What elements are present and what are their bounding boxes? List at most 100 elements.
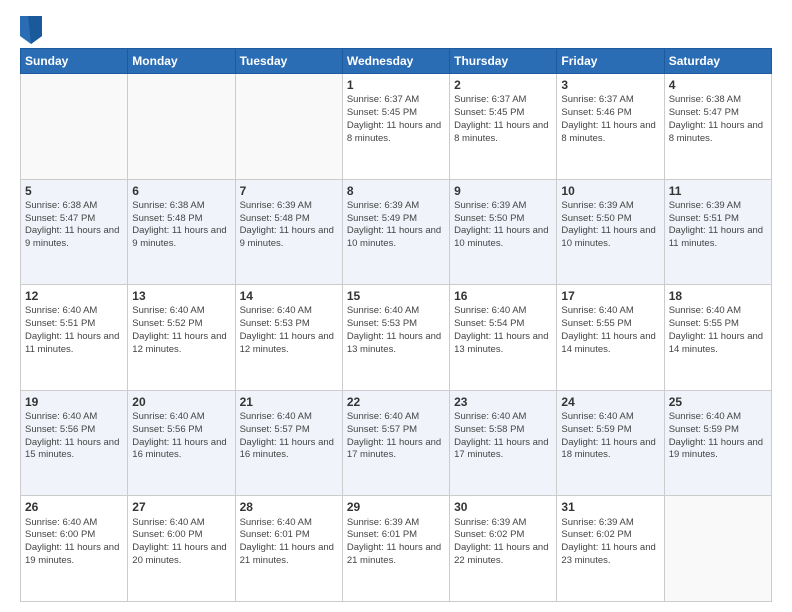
calendar-cell: 29 Sunrise: 6:39 AMSunset: 6:01 PMDayligh… [342, 496, 449, 602]
col-header-thursday: Thursday [450, 49, 557, 74]
day-number: 11 [669, 183, 767, 199]
day-number: 12 [25, 288, 123, 304]
day-number: 14 [240, 288, 338, 304]
calendar-cell: 20Sunrise: 6:40 AMSunset: 5:56 PMDayligh… [128, 390, 235, 496]
calendar-cell [235, 74, 342, 180]
day-info: Sunrise: 6:39 AMSunset: 6:02 PMDaylight:… [454, 517, 552, 568]
calendar-week-row: 26 Sunrise: 6:40 AMSunset: 6:00 PMDayligh… [21, 496, 772, 602]
calendar-table: SundayMondayTuesdayWednesdayThursdayFrid… [20, 48, 772, 602]
header [20, 16, 772, 40]
calendar-cell: 22Sunrise: 6:40 AMSunset: 5:57 PMDayligh… [342, 390, 449, 496]
calendar-cell: 15Sunrise: 6:40 AMSunset: 5:53 PMDayligh… [342, 285, 449, 391]
calendar-cell: 12Sunrise: 6:40 AMSunset: 5:51 PMDayligh… [21, 285, 128, 391]
day-info: Sunrise: 6:40 AMSunset: 5:56 PMDaylight:… [25, 411, 123, 462]
day-info: Sunrise: 6:39 AMSunset: 6:01 PMDaylight:… [347, 517, 445, 568]
calendar-week-row: 12Sunrise: 6:40 AMSunset: 5:51 PMDayligh… [21, 285, 772, 391]
day-info: Sunrise: 6:40 AMSunset: 5:56 PMDaylight:… [132, 411, 230, 462]
calendar-cell: 13Sunrise: 6:40 AMSunset: 5:52 PMDayligh… [128, 285, 235, 391]
calendar-week-row: 1Sunrise: 6:37 AMSunset: 5:45 PMDaylight… [21, 74, 772, 180]
day-number: 16 [454, 288, 552, 304]
day-number: 26 [25, 499, 123, 515]
day-number: 1 [347, 77, 445, 93]
day-info: Sunrise: 6:38 AMSunset: 5:47 PMDaylight:… [669, 94, 767, 145]
day-info: Sunrise: 6:37 AMSunset: 5:46 PMDaylight:… [561, 94, 659, 145]
calendar-cell: 21Sunrise: 6:40 AMSunset: 5:57 PMDayligh… [235, 390, 342, 496]
day-number: 18 [669, 288, 767, 304]
day-info: Sunrise: 6:40 AMSunset: 5:57 PMDaylight:… [347, 411, 445, 462]
logo [20, 16, 44, 40]
day-number: 10 [561, 183, 659, 199]
calendar-cell: 8Sunrise: 6:39 AMSunset: 5:49 PMDaylight… [342, 179, 449, 285]
col-header-saturday: Saturday [664, 49, 771, 74]
day-number: 24 [561, 394, 659, 410]
day-info: Sunrise: 6:40 AMSunset: 6:00 PMDaylight:… [25, 517, 123, 568]
calendar-cell: 17Sunrise: 6:40 AMSunset: 5:55 PMDayligh… [557, 285, 664, 391]
day-number: 31 [561, 499, 659, 515]
calendar-cell: 3Sunrise: 6:37 AMSunset: 5:46 PMDaylight… [557, 74, 664, 180]
col-header-monday: Monday [128, 49, 235, 74]
calendar-cell: 6Sunrise: 6:38 AMSunset: 5:48 PMDaylight… [128, 179, 235, 285]
day-info: Sunrise: 6:40 AMSunset: 5:53 PMDaylight:… [240, 305, 338, 356]
calendar-cell: 4Sunrise: 6:38 AMSunset: 5:47 PMDaylight… [664, 74, 771, 180]
day-number: 29 [347, 499, 445, 515]
day-number: 25 [669, 394, 767, 410]
calendar-cell [664, 496, 771, 602]
day-number: 5 [25, 183, 123, 199]
calendar-cell: 30Sunrise: 6:39 AMSunset: 6:02 PMDayligh… [450, 496, 557, 602]
day-info: Sunrise: 6:39 AMSunset: 5:51 PMDaylight:… [669, 200, 767, 251]
col-header-wednesday: Wednesday [342, 49, 449, 74]
col-header-sunday: Sunday [21, 49, 128, 74]
day-info: Sunrise: 6:38 AMSunset: 5:47 PMDaylight:… [25, 200, 123, 251]
day-info: Sunrise: 6:40 AMSunset: 5:55 PMDaylight:… [561, 305, 659, 356]
day-info: Sunrise: 6:40 AMSunset: 5:59 PMDaylight:… [669, 411, 767, 462]
day-info: Sunrise: 6:39 AMSunset: 5:48 PMDaylight:… [240, 200, 338, 251]
day-number: 15 [347, 288, 445, 304]
day-info: Sunrise: 6:38 AMSunset: 5:48 PMDaylight:… [132, 200, 230, 251]
day-number: 4 [669, 77, 767, 93]
col-header-friday: Friday [557, 49, 664, 74]
calendar-cell: 2Sunrise: 6:37 AMSunset: 5:45 PMDaylight… [450, 74, 557, 180]
day-info: Sunrise: 6:40 AMSunset: 5:53 PMDaylight:… [347, 305, 445, 356]
calendar-cell: 7Sunrise: 6:39 AMSunset: 5:48 PMDaylight… [235, 179, 342, 285]
calendar-cell: 1Sunrise: 6:37 AMSunset: 5:45 PMDaylight… [342, 74, 449, 180]
calendar-cell: 10Sunrise: 6:39 AMSunset: 5:50 PMDayligh… [557, 179, 664, 285]
calendar-week-row: 19Sunrise: 6:40 AMSunset: 5:56 PMDayligh… [21, 390, 772, 496]
day-info: Sunrise: 6:39 AMSunset: 5:50 PMDaylight:… [454, 200, 552, 251]
day-number: 9 [454, 183, 552, 199]
logo-icon [20, 16, 40, 40]
calendar-cell [21, 74, 128, 180]
calendar-cell [128, 74, 235, 180]
day-info: Sunrise: 6:40 AMSunset: 5:52 PMDaylight:… [132, 305, 230, 356]
calendar-cell: 27 Sunrise: 6:40 AMSunset: 6:00 PMDayligh… [128, 496, 235, 602]
day-number: 19 [25, 394, 123, 410]
day-number: 8 [347, 183, 445, 199]
day-number: 17 [561, 288, 659, 304]
day-number: 6 [132, 183, 230, 199]
day-info: Sunrise: 6:40 AMSunset: 6:00 PMDaylight:… [132, 517, 230, 568]
calendar-cell: 23Sunrise: 6:40 AMSunset: 5:58 PMDayligh… [450, 390, 557, 496]
day-info: Sunrise: 6:40 AMSunset: 5:57 PMDaylight:… [240, 411, 338, 462]
col-header-tuesday: Tuesday [235, 49, 342, 74]
calendar-cell: 14Sunrise: 6:40 AMSunset: 5:53 PMDayligh… [235, 285, 342, 391]
day-number: 20 [132, 394, 230, 410]
calendar-cell: 18Sunrise: 6:40 AMSunset: 5:55 PMDayligh… [664, 285, 771, 391]
day-info: Sunrise: 6:39 AMSunset: 5:49 PMDaylight:… [347, 200, 445, 251]
day-number: 3 [561, 77, 659, 93]
calendar-week-row: 5Sunrise: 6:38 AMSunset: 5:47 PMDaylight… [21, 179, 772, 285]
day-info: Sunrise: 6:40 AMSunset: 5:59 PMDaylight:… [561, 411, 659, 462]
calendar-cell: 26 Sunrise: 6:40 AMSunset: 6:00 PMDayligh… [21, 496, 128, 602]
day-number: 27 [132, 499, 230, 515]
calendar-cell: 24Sunrise: 6:40 AMSunset: 5:59 PMDayligh… [557, 390, 664, 496]
calendar-cell: 5Sunrise: 6:38 AMSunset: 5:47 PMDaylight… [21, 179, 128, 285]
day-info: Sunrise: 6:40 AMSunset: 6:01 PMDaylight:… [240, 517, 338, 568]
day-number: 22 [347, 394, 445, 410]
calendar-cell: 9Sunrise: 6:39 AMSunset: 5:50 PMDaylight… [450, 179, 557, 285]
day-number: 13 [132, 288, 230, 304]
day-info: Sunrise: 6:40 AMSunset: 5:54 PMDaylight:… [454, 305, 552, 356]
day-info: Sunrise: 6:40 AMSunset: 5:58 PMDaylight:… [454, 411, 552, 462]
calendar-cell: 19Sunrise: 6:40 AMSunset: 5:56 PMDayligh… [21, 390, 128, 496]
day-number: 7 [240, 183, 338, 199]
day-info: Sunrise: 6:37 AMSunset: 5:45 PMDaylight:… [347, 94, 445, 145]
day-number: 2 [454, 77, 552, 93]
day-info: Sunrise: 6:40 AMSunset: 5:55 PMDaylight:… [669, 305, 767, 356]
